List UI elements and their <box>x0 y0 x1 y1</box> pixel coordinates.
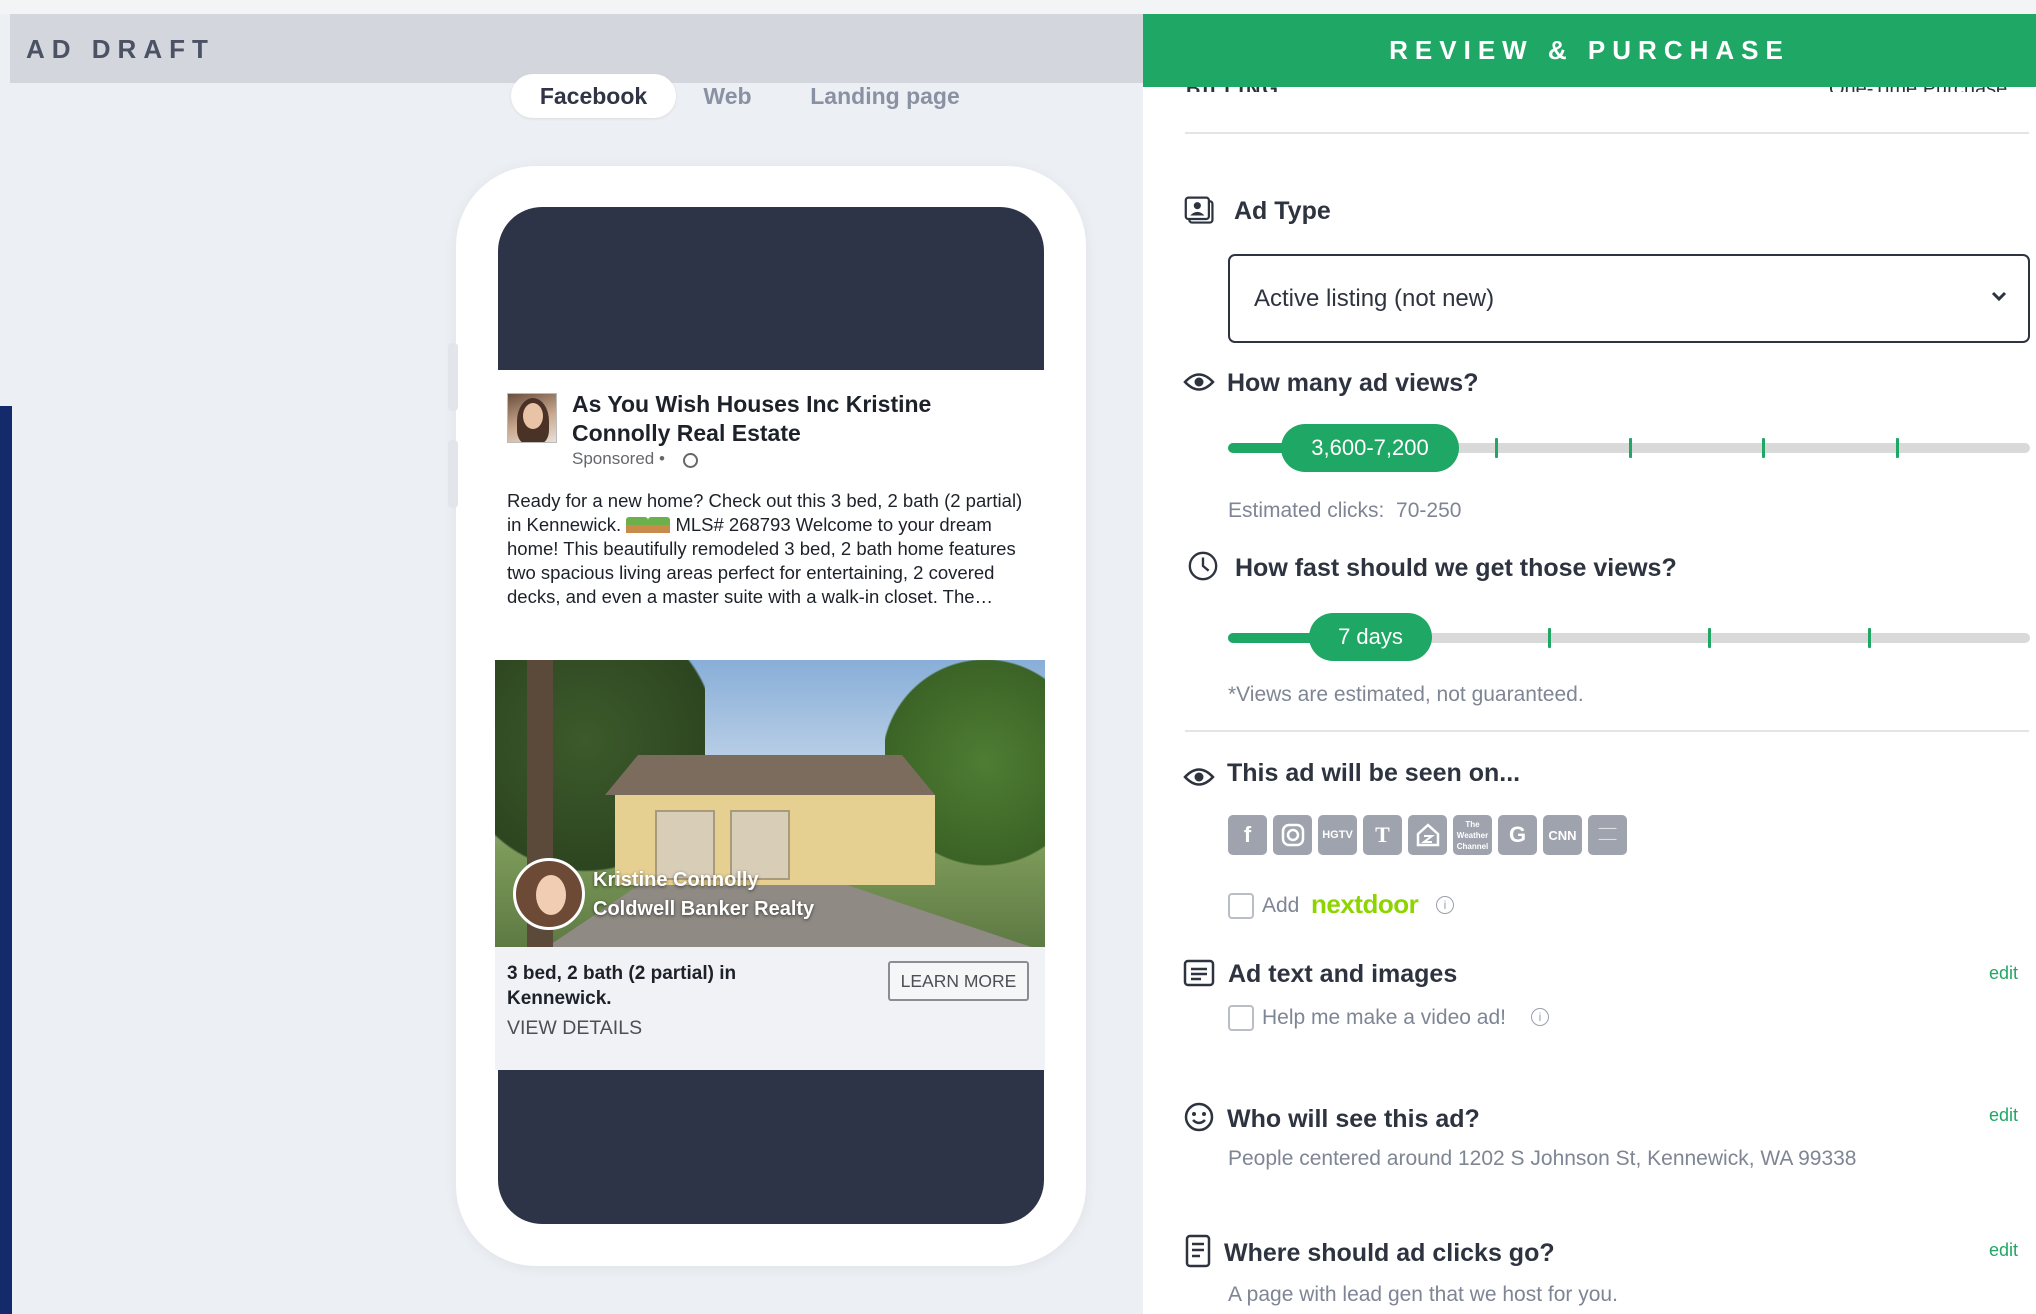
globe-icon <box>683 453 698 468</box>
views-disclaimer: *Views are estimated, not guaranteed. <box>1228 683 1584 706</box>
slider-tick <box>1548 628 1551 648</box>
info-icon[interactable]: i <box>1436 896 1454 914</box>
eye-icon <box>1183 367 1215 397</box>
nytimes-icon: T <box>1363 815 1402 855</box>
post-body-text: Ready for a new home? Check out this 3 b… <box>507 489 1027 609</box>
ad-type-icon <box>1184 196 1216 226</box>
news-network-icon: ——— ——— <box>1588 815 1627 855</box>
clock-icon <box>1187 551 1219 581</box>
post-sponsored-label: Sponsored • <box>572 449 665 468</box>
edit-clicks-destination-link[interactable]: edit <box>1989 1240 2018 1261</box>
ad-views-slider-handle[interactable]: 3,600-7,200 <box>1281 424 1459 472</box>
phone-side-button <box>448 343 458 411</box>
weather-channel-icon: The Weather Channel <box>1453 815 1492 855</box>
clicks-destination-title: Where should ad clicks go? <box>1224 1239 1555 1267</box>
agent-overlay: Kristine Connolly Coldwell Banker Realty <box>593 866 814 924</box>
chevron-down-icon <box>1989 286 2009 306</box>
ad-type-select-value: Active listing (not new) <box>1254 285 1495 312</box>
post-page-name: As You Wish Houses Inc Kristine Connolly… <box>572 391 932 446</box>
platform-icons: f HGTV T The Weather Channel G CNN ——— ——— <box>1228 815 1627 855</box>
house-emoji-icon <box>648 517 671 533</box>
page-avatar <box>507 393 557 443</box>
delivery-speed-slider-handle[interactable]: 7 days <box>1309 613 1432 661</box>
estimated-clicks: Estimated clicks: 70-250 <box>1228 499 1461 523</box>
agent-company: Coldwell Banker Realty <box>593 898 815 920</box>
info-icon[interactable]: i <box>1531 1008 1549 1026</box>
ad-type-title: Ad Type <box>1234 197 1331 225</box>
tab-web[interactable]: Web <box>685 74 770 118</box>
add-nextdoor-label: Add <box>1262 894 1300 917</box>
divider <box>1185 132 2029 134</box>
top-strip <box>0 0 2036 14</box>
edit-audience-link[interactable]: edit <box>1989 1105 2018 1126</box>
link-title: 3 bed, 2 bath (2 partial) in Kennewick. <box>507 963 737 1009</box>
phone-screen-top <box>498 207 1044 370</box>
instagram-icon <box>1273 815 1312 855</box>
audience-title: Who will see this ad? <box>1227 1105 1480 1133</box>
slider-tick <box>1708 628 1711 648</box>
window-edge-stripe <box>0 406 12 1314</box>
zillow-icon <box>1408 815 1447 855</box>
view-details-link[interactable]: VIEW DETAILS <box>507 1017 642 1040</box>
add-nextdoor-checkbox[interactable] <box>1228 893 1254 919</box>
tab-landing-page[interactable]: Landing page <box>790 74 980 118</box>
video-ad-checkbox[interactable] <box>1228 1005 1254 1031</box>
cnn-icon: CNN <box>1543 815 1582 855</box>
smiley-icon <box>1183 1102 1215 1132</box>
eye-icon <box>1183 762 1215 792</box>
edit-ad-text-link[interactable]: edit <box>1989 963 2018 984</box>
video-ad-label: Help me make a video ad! <box>1262 1006 1506 1029</box>
review-purchase-header: REVIEW & PURCHASE <box>1143 14 2036 87</box>
ad-text-icon <box>1183 958 1215 988</box>
ad-views-title: How many ad views? <box>1227 369 1479 397</box>
google-icon: G <box>1498 815 1537 855</box>
tab-facebook[interactable]: Facebook <box>511 74 676 118</box>
agent-name: Kristine Connolly <box>593 869 759 891</box>
seen-on-title: This ad will be seen on... <box>1227 759 1521 787</box>
agent-avatar <box>513 858 585 930</box>
phone-side-button <box>448 440 458 508</box>
learn-more-button[interactable]: LEARN MORE <box>888 961 1029 1001</box>
nextdoor-logo: nextdoor <box>1311 889 1419 919</box>
facebook-icon: f <box>1228 815 1267 855</box>
ad-text-title: Ad text and images <box>1228 960 1458 988</box>
slider-tick <box>1495 438 1498 458</box>
ad-draft-title: AD DRAFT <box>26 34 215 64</box>
slider-tick <box>1896 438 1899 458</box>
delivery-speed-title: How fast should we get those views? <box>1235 554 1677 582</box>
slider-tick <box>1762 438 1765 458</box>
slider-tick <box>1629 438 1632 458</box>
slider-tick <box>1868 628 1871 648</box>
estimated-clicks-value: 70-250 <box>1396 499 1462 522</box>
phone-screen-bottom <box>498 1070 1044 1224</box>
hgtv-icon: HGTV <box>1318 815 1357 855</box>
clicks-destination-description: A page with lead gen that we host for yo… <box>1228 1283 1618 1306</box>
page-icon <box>1182 1234 1214 1268</box>
house-emoji-icon <box>626 517 649 533</box>
divider <box>1185 730 2029 732</box>
audience-description: People centered around 1202 S Johnson St… <box>1228 1147 1857 1170</box>
estimated-clicks-label: Estimated clicks: <box>1228 499 1385 522</box>
